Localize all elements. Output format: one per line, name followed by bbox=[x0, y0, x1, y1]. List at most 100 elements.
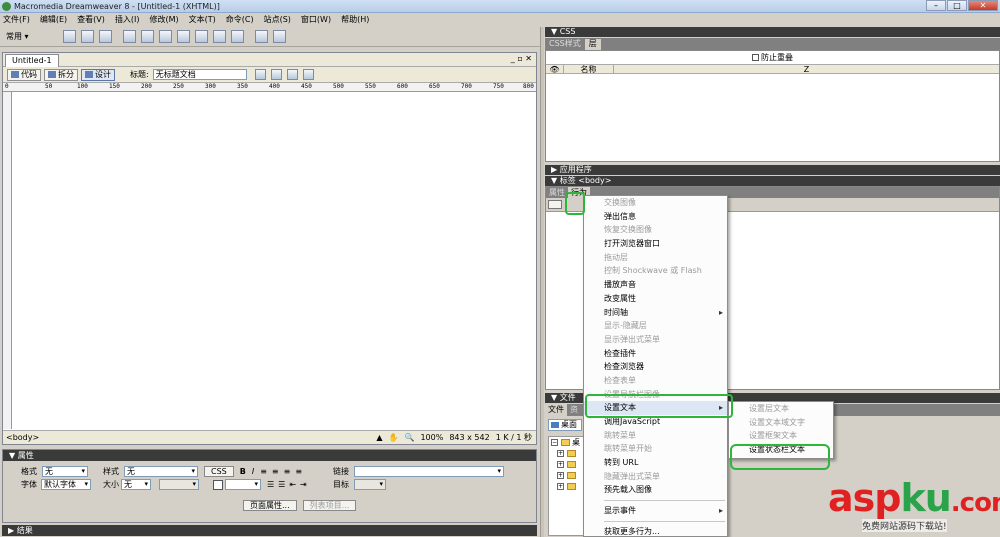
named-anchor-icon[interactable] bbox=[98, 30, 112, 43]
code-view-button[interactable]: 代码 bbox=[7, 68, 41, 81]
select-tool-icon[interactable]: ▲ bbox=[376, 433, 382, 442]
layers-panel: 防止重叠 👁 名称 Z bbox=[545, 50, 1000, 162]
design-view-button[interactable]: 设计 bbox=[81, 68, 115, 81]
font-select[interactable]: 默认字体 bbox=[41, 479, 91, 490]
menu-site[interactable]: 站点(S) bbox=[264, 14, 291, 25]
template-icon[interactable] bbox=[254, 30, 268, 43]
menu-window[interactable]: 窗口(W) bbox=[301, 14, 331, 25]
link-input[interactable] bbox=[354, 466, 504, 477]
format-select[interactable]: 无 bbox=[42, 466, 88, 477]
close-button[interactable]: ✕ bbox=[968, 0, 998, 11]
menu-item[interactable]: 改变属性 bbox=[584, 292, 727, 306]
zoom-tool-icon[interactable]: 🔍 bbox=[405, 433, 415, 442]
col-z[interactable]: Z bbox=[614, 65, 999, 74]
show-set-events-icon[interactable] bbox=[548, 200, 562, 209]
tree-node[interactable]: + bbox=[549, 459, 583, 470]
outdent-icon[interactable]: ⇤ bbox=[289, 480, 296, 489]
folder-icon bbox=[567, 450, 576, 457]
tree-node[interactable]: + bbox=[549, 481, 583, 492]
css-button[interactable]: CSS bbox=[204, 466, 234, 477]
document-tab[interactable]: Untitled-1 bbox=[5, 54, 59, 67]
ruler-tick: 500 bbox=[333, 83, 344, 90]
media-icon[interactable] bbox=[176, 30, 190, 43]
hand-tool-icon[interactable]: ✋ bbox=[389, 433, 399, 442]
unordered-list-icon[interactable]: ☰ bbox=[267, 480, 274, 489]
document-window-controls[interactable]: _ ▫ ✕ bbox=[511, 54, 532, 63]
bold-button[interactable]: B bbox=[240, 467, 246, 476]
results-panel-header[interactable]: ▶ 结果 bbox=[2, 525, 537, 536]
menu-insert[interactable]: 插入(I) bbox=[115, 14, 140, 25]
view-options-icon[interactable] bbox=[302, 69, 314, 80]
menu-modify[interactable]: 修改(M) bbox=[149, 14, 178, 25]
menu-item[interactable]: 播放声音 bbox=[584, 278, 727, 292]
menu-item[interactable]: 时间轴 bbox=[584, 306, 727, 320]
menu-view[interactable]: 查看(V) bbox=[77, 14, 105, 25]
menu-item[interactable]: 转到 URL bbox=[584, 456, 727, 470]
set-text-highlight bbox=[585, 394, 733, 418]
justify-icon[interactable]: ≡ bbox=[295, 467, 302, 476]
menu-item[interactable]: 弹出信息 bbox=[584, 210, 727, 224]
eye-icon[interactable]: 👁 bbox=[546, 65, 564, 74]
align-right-icon[interactable]: ≡ bbox=[284, 467, 291, 476]
document-title-input[interactable]: 无标题文档 bbox=[152, 69, 247, 80]
refresh-icon[interactable] bbox=[286, 69, 298, 80]
file-management-icon[interactable] bbox=[254, 69, 266, 80]
menu-item[interactable]: 打开浏览器窗口 bbox=[584, 237, 727, 251]
align-left-icon[interactable]: ≡ bbox=[260, 467, 267, 476]
page-properties-button[interactable]: 页面属性... bbox=[243, 500, 297, 511]
layer-icon[interactable] bbox=[140, 30, 154, 43]
tree-root[interactable]: − 桌 bbox=[549, 437, 583, 448]
menu-commands[interactable]: 命令(C) bbox=[226, 14, 254, 25]
image-icon[interactable] bbox=[158, 30, 172, 43]
window-size[interactable]: 843 x 542 bbox=[449, 433, 489, 442]
menu-file[interactable]: 文件(F) bbox=[3, 14, 30, 25]
site-select[interactable]: 桌面 bbox=[548, 419, 582, 431]
email-link-icon[interactable] bbox=[80, 30, 94, 43]
tab-assets[interactable]: 资 bbox=[567, 404, 581, 416]
application-panel-header[interactable]: ▶ 应用程序 bbox=[545, 165, 1000, 175]
tab-layers[interactable]: 层 bbox=[584, 39, 601, 50]
tag-chooser-icon[interactable] bbox=[272, 30, 286, 43]
menu-item[interactable]: 显示事件 bbox=[584, 504, 727, 518]
tag-panel-header[interactable]: ▼ 标签 <body> bbox=[545, 176, 1000, 186]
size-select[interactable]: 无 bbox=[121, 479, 151, 490]
style-select[interactable]: 无 bbox=[124, 466, 198, 477]
text-color-input[interactable] bbox=[225, 479, 261, 490]
preview-browser-icon[interactable] bbox=[270, 69, 282, 80]
hyperlink-icon[interactable] bbox=[62, 30, 76, 43]
tab-css-styles[interactable]: CSS样式 bbox=[545, 39, 585, 50]
properties-header[interactable]: ▼ 属性 bbox=[3, 450, 536, 461]
document-status-bar: <body> ▲ ✋ 🔍 100% 843 x 542 1 K / 1 秒 bbox=[3, 430, 536, 444]
tree-node[interactable]: + bbox=[549, 470, 583, 481]
table-icon[interactable] bbox=[122, 30, 136, 43]
panel-splitter[interactable] bbox=[540, 27, 544, 537]
split-view-button[interactable]: 拆分 bbox=[44, 68, 78, 81]
server-include-icon[interactable] bbox=[212, 30, 226, 43]
indent-icon[interactable]: ⇥ bbox=[300, 480, 307, 489]
tab-files[interactable]: 文件 bbox=[545, 404, 567, 416]
tag-selector[interactable]: <body> bbox=[6, 433, 39, 442]
date-icon[interactable] bbox=[194, 30, 208, 43]
align-center-icon[interactable]: ≡ bbox=[272, 467, 279, 476]
menu-item[interactable]: 检查插件 bbox=[584, 347, 727, 361]
menu-item[interactable]: 获取更多行为... bbox=[584, 525, 727, 537]
tree-node[interactable]: + bbox=[549, 448, 583, 459]
italic-button[interactable]: I bbox=[252, 467, 254, 476]
prevent-overlap-checkbox[interactable]: 防止重叠 bbox=[546, 51, 999, 64]
menu-item[interactable]: 预先载入图像 bbox=[584, 483, 727, 497]
insert-category-select[interactable]: 常用 ▾ bbox=[6, 31, 29, 42]
zoom-select[interactable]: 100% bbox=[420, 433, 443, 442]
text-color-swatch[interactable] bbox=[213, 479, 223, 490]
css-panel-header[interactable]: ▼ CSS bbox=[545, 27, 1000, 37]
menu-text[interactable]: 文本(T) bbox=[189, 14, 216, 25]
minimize-button[interactable]: – bbox=[926, 0, 946, 11]
ordered-list-icon[interactable]: ☰ bbox=[278, 480, 285, 489]
menu-help[interactable]: 帮助(H) bbox=[341, 14, 369, 25]
comment-icon[interactable] bbox=[230, 30, 244, 43]
menu-edit[interactable]: 编辑(E) bbox=[40, 14, 67, 25]
col-name[interactable]: 名称 bbox=[564, 65, 614, 74]
list-item-button[interactable]: 列表项目... bbox=[302, 500, 357, 511]
menu-item[interactable]: 检查浏览器 bbox=[584, 360, 727, 374]
target-select[interactable] bbox=[354, 479, 386, 490]
maximize-button[interactable]: □ bbox=[947, 0, 967, 11]
